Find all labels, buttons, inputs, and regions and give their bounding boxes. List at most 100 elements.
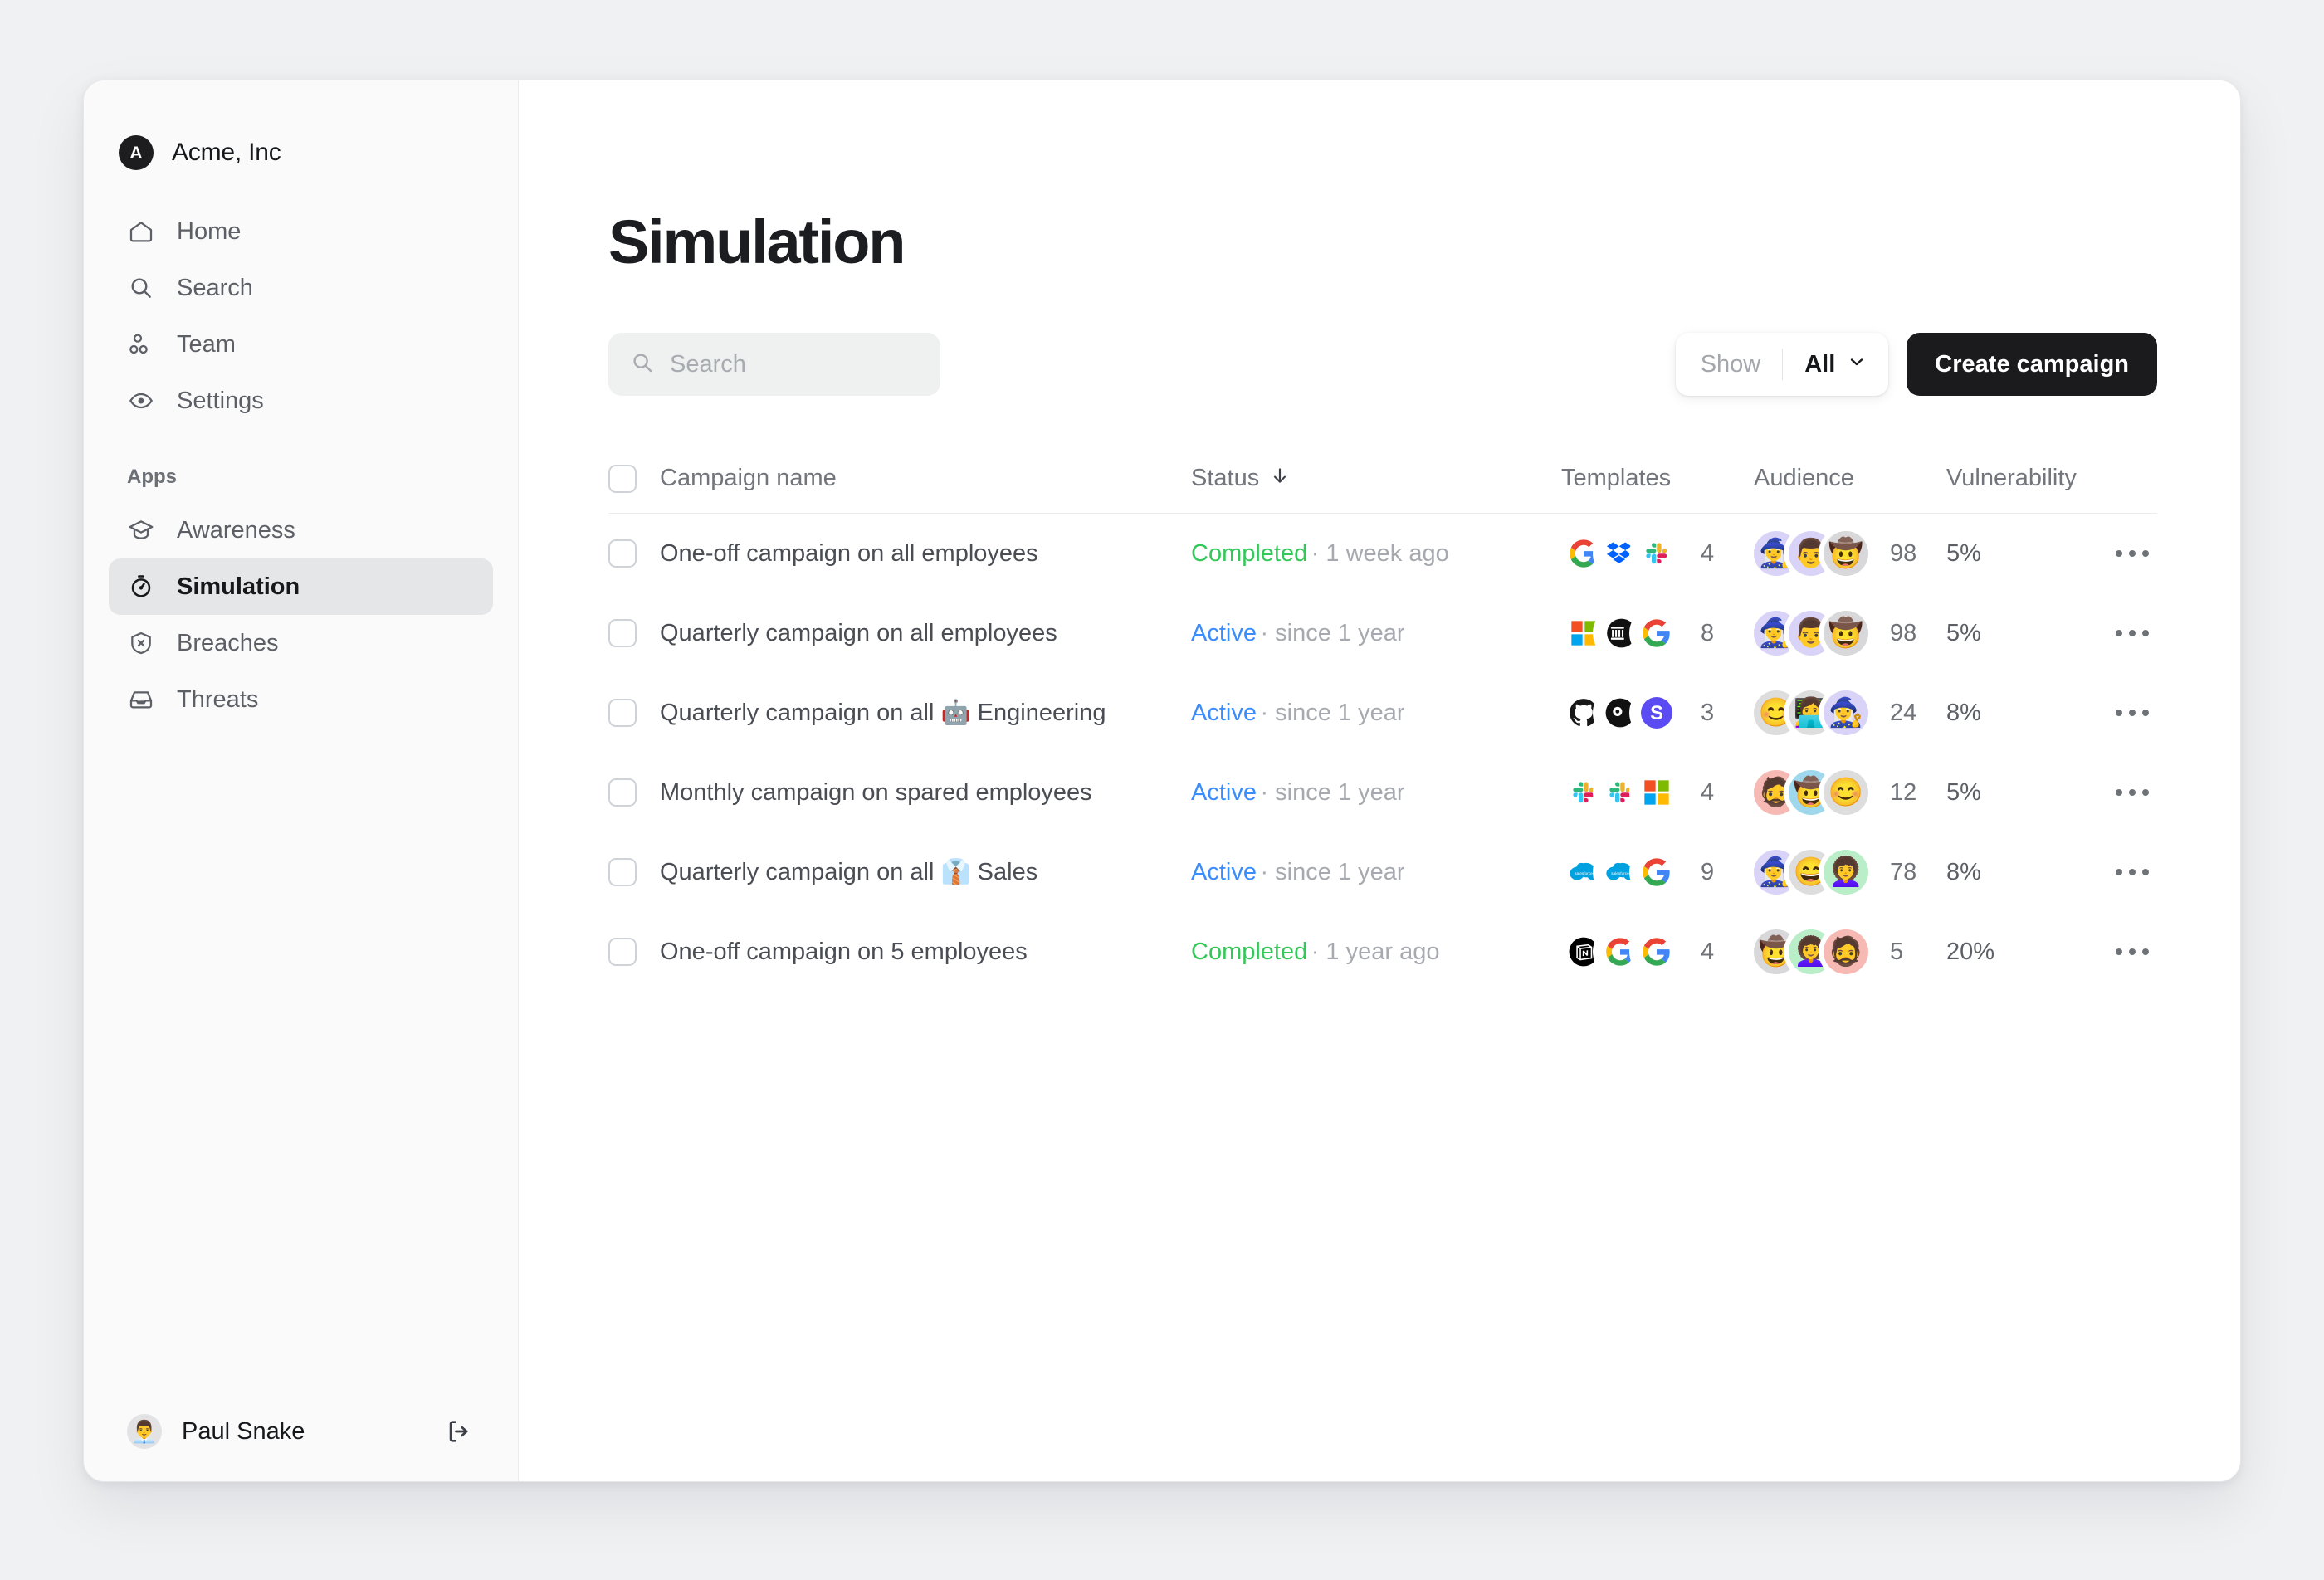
audience-avatar-stack: 🧙‍♀️ 👨 🤠 <box>1754 531 1868 576</box>
page-title: Simulation <box>608 207 906 276</box>
status-timestamp: · 1 year ago <box>1311 938 1440 965</box>
svg-text:salesforce: salesforce <box>1611 871 1629 876</box>
audience-avatar: 🧔 <box>1824 929 1868 974</box>
row-checkbox[interactable] <box>608 858 637 886</box>
more-options-icon[interactable] <box>2107 542 2157 565</box>
sidebar-footer: 👨‍💼 Paul Snake <box>84 1382 518 1481</box>
user-name: Paul Snake <box>182 1417 305 1445</box>
more-options-icon[interactable] <box>2107 861 2157 884</box>
audience-avatar: 😊 <box>1824 770 1868 815</box>
template-logo-microsoft <box>1634 770 1679 815</box>
graduation-cap-icon <box>127 516 155 544</box>
table-row[interactable]: Quarterly campaign on all employees Acti… <box>608 593 2157 673</box>
template-logo-google <box>1634 850 1679 895</box>
table-row[interactable]: One-off campaign on all employees Comple… <box>608 514 2157 593</box>
campaigns-table: Campaign name Status Templates Audience … <box>608 444 2157 992</box>
row-checkbox[interactable] <box>608 699 637 727</box>
campaign-name[interactable]: Quarterly campaign on all 🤖 Engineering <box>660 699 1191 727</box>
status-cell: Active · since 1 year <box>1191 779 1561 807</box>
sidebar-item-settings[interactable]: Settings <box>109 373 493 429</box>
row-actions-cell <box>2066 542 2157 565</box>
row-checkbox[interactable] <box>608 938 637 966</box>
sidebar-item-team[interactable]: Team <box>109 316 493 373</box>
template-logo-google <box>1634 611 1679 656</box>
column-header-vulnerability[interactable]: Vulnerability <box>1946 465 2077 492</box>
status-cell: Completed · 1 year ago <box>1191 939 1561 966</box>
more-options-icon[interactable] <box>2107 622 2157 645</box>
search-input[interactable] <box>670 350 919 378</box>
search-field[interactable] <box>608 333 940 396</box>
sidebar-item-label: Search <box>177 274 253 301</box>
main-content: Simulation Show All <box>519 80 2240 1481</box>
more-options-icon[interactable] <box>2107 940 2157 963</box>
campaign-name[interactable]: Monthly campaign on spared employees <box>660 779 1191 807</box>
sidebar-item-label: Breaches <box>177 629 279 656</box>
status-cell: Active · since 1 year <box>1191 620 1561 647</box>
campaign-name[interactable]: One-off campaign on 5 employees <box>660 939 1191 966</box>
brand-name: Acme, Inc <box>172 139 281 166</box>
more-options-icon[interactable] <box>2107 781 2157 804</box>
table-row[interactable]: Quarterly campaign on all 🤖 Engineering … <box>608 673 2157 753</box>
audience-count: 98 <box>1890 539 1917 567</box>
status-cell: Active · since 1 year <box>1191 859 1561 886</box>
row-actions-cell <box>2066 781 2157 804</box>
audience-cell: 🧙‍♀️ 👨 🤠 98 <box>1754 531 1946 576</box>
row-checkbox[interactable] <box>608 619 637 647</box>
column-header-status[interactable]: Status <box>1191 465 1561 493</box>
audience-count: 5 <box>1890 938 1904 965</box>
campaign-name[interactable]: Quarterly campaign on all employees <box>660 620 1191 647</box>
search-icon <box>630 350 655 379</box>
table-body: One-off campaign on all employees Comple… <box>608 514 2157 992</box>
sidebar-item-threats[interactable]: Threats <box>109 671 493 728</box>
status-cell: Completed · 1 week ago <box>1191 540 1561 568</box>
column-header-audience[interactable]: Audience <box>1754 465 1946 492</box>
audience-cell: 😊 👩‍💻 🧙‍♀️ 24 <box>1754 690 1946 735</box>
template-count: 8 <box>1701 619 1715 646</box>
templates-cell: S 3 <box>1561 690 1754 735</box>
status-cell: Active · since 1 year <box>1191 700 1561 727</box>
brand-logo: A <box>119 135 154 170</box>
templates-cell: salesforce salesforce 9 <box>1561 850 1754 895</box>
templates-cell: 4 <box>1561 770 1754 815</box>
brand[interactable]: A Acme, Inc <box>84 80 518 178</box>
audience-count: 98 <box>1890 619 1917 646</box>
audience-avatar-stack: 🧙‍♀️ 👨 🤠 <box>1754 611 1868 656</box>
show-filter-value-text: All <box>1804 350 1836 378</box>
sidebar-item-home[interactable]: Home <box>109 203 493 260</box>
chevron-down-icon <box>1847 351 1867 378</box>
sidebar-item-search[interactable]: Search <box>109 260 493 316</box>
sidebar-item-breaches[interactable]: Breaches <box>109 615 493 671</box>
team-icon <box>127 330 155 358</box>
row-checkbox[interactable] <box>608 778 637 807</box>
template-logo-stack: salesforce salesforce <box>1561 850 1679 895</box>
column-header-campaign-name[interactable]: Campaign name <box>660 465 1191 492</box>
template-logo-google <box>1634 929 1679 974</box>
table-row[interactable]: One-off campaign on 5 employees Complete… <box>608 912 2157 992</box>
template-count: 4 <box>1701 539 1715 567</box>
sort-arrow-down-icon <box>1269 465 1291 493</box>
template-logo-slack-s: S <box>1634 690 1679 735</box>
sidebar-item-awareness[interactable]: Awareness <box>109 502 493 558</box>
table-row[interactable]: Quarterly campaign on all 👔 Sales Active… <box>608 832 2157 912</box>
sidebar-item-simulation[interactable]: Simulation <box>109 558 493 615</box>
select-all-cell <box>608 464 660 493</box>
status-badge: Completed <box>1191 938 1308 965</box>
audience-cell: 🧔 🤠 😊 12 <box>1754 770 1946 815</box>
column-header-status-label: Status <box>1191 465 1260 491</box>
campaign-name[interactable]: One-off campaign on all employees <box>660 540 1191 568</box>
sidebar-item-label: Awareness <box>177 516 295 544</box>
logout-icon[interactable] <box>443 1416 475 1447</box>
column-header-templates[interactable]: Templates <box>1561 465 1754 492</box>
more-options-icon[interactable] <box>2107 701 2157 724</box>
row-select-cell <box>608 858 660 886</box>
stopwatch-icon <box>127 573 155 601</box>
audience-count: 78 <box>1890 858 1917 885</box>
show-filter-value: All <box>1804 351 1867 378</box>
create-campaign-button[interactable]: Create campaign <box>1907 333 2157 396</box>
campaign-name[interactable]: Quarterly campaign on all 👔 Sales <box>660 858 1191 886</box>
audience-avatar: 🤠 <box>1824 611 1868 656</box>
show-filter-dropdown[interactable]: Show All <box>1675 333 1889 396</box>
select-all-checkbox[interactable] <box>608 464 637 493</box>
table-row[interactable]: Monthly campaign on spared employees Act… <box>608 753 2157 832</box>
row-checkbox[interactable] <box>608 539 637 568</box>
